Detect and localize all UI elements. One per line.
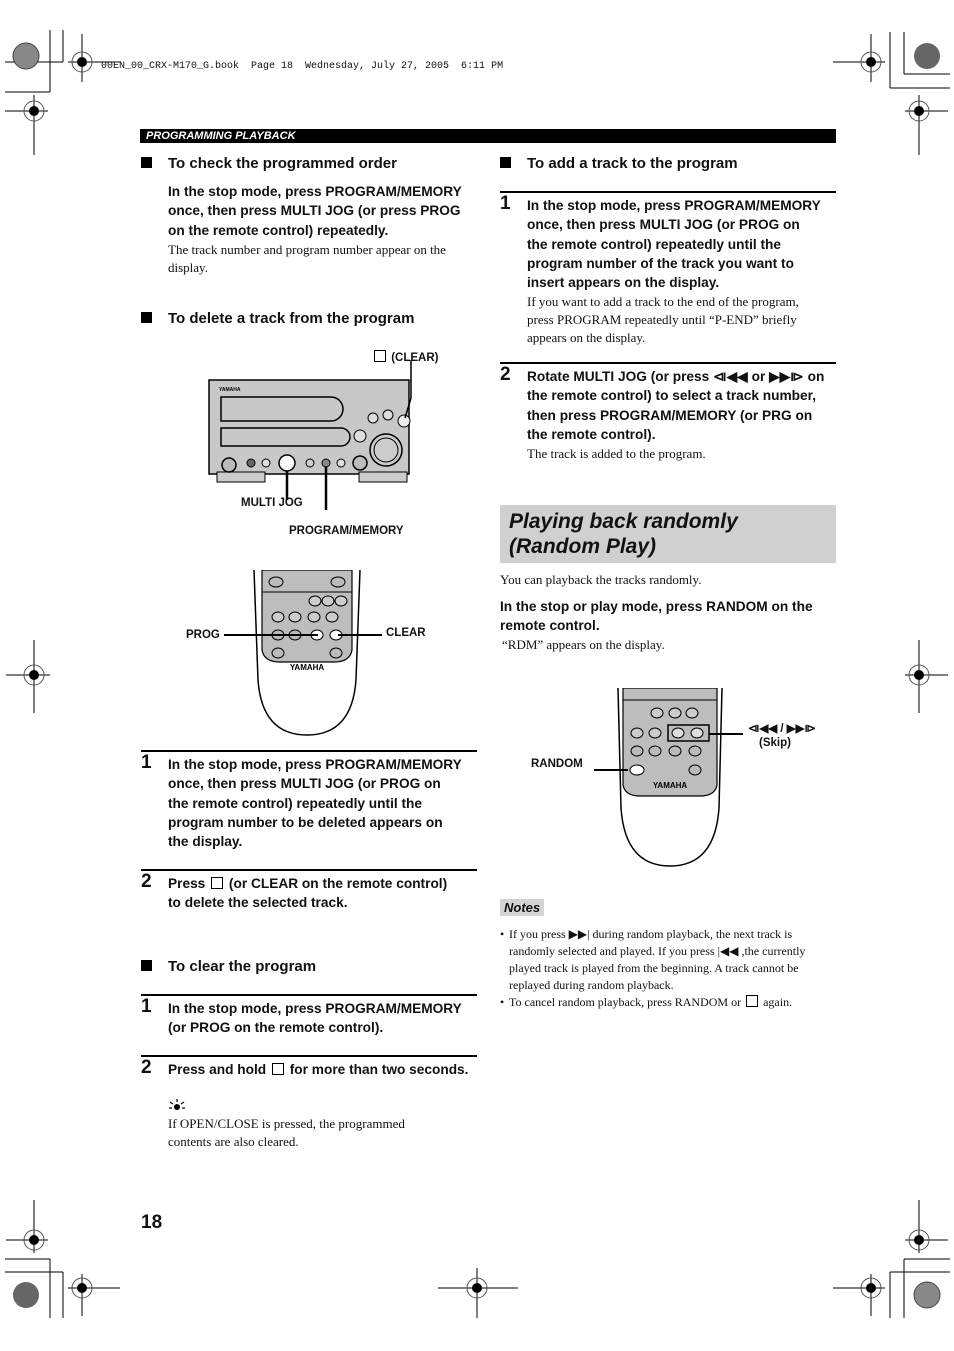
notes-title: Notes (500, 899, 545, 916)
divider (141, 750, 477, 752)
random-label: RANDOM (531, 758, 583, 770)
note-item: • To cancel random playback, press RANDO… (500, 995, 793, 1009)
add-step1-description: If you want to add a track to the end of… (527, 294, 799, 345)
add-step2: Rotate MULTI JOG (or press ⧏◀◀ or ▶▶⧐ on… (527, 369, 825, 442)
random-instruction: In the stop or play mode, press RANDOM o… (500, 599, 813, 634)
stop-square-icon (271, 1063, 284, 1075)
check-instructions: In the stop mode, press PROGRAM/MEMORY o… (168, 184, 462, 238)
divider (500, 191, 836, 193)
divider (141, 869, 477, 871)
step-number: 1 (141, 996, 152, 1017)
page-number: 18 (141, 1212, 163, 1233)
random-play-title: Playing back randomly (Random Play) (500, 505, 836, 563)
step-number: 1 (500, 193, 511, 214)
random-pointer-line (594, 769, 628, 771)
step-number: 2 (500, 364, 511, 385)
divider (500, 362, 836, 364)
program-memory-label: PROGRAM/MEMORY (289, 525, 404, 537)
divider (141, 1055, 477, 1057)
square-bullet-icon (141, 157, 152, 168)
heading-clear-program: To clear the program (141, 958, 316, 975)
clear-step2: Press and hold for more than two seconds… (168, 1062, 469, 1077)
multi-jog-label: MULTI JOG (241, 497, 303, 509)
random-description: “RDM” appears on the display. (502, 637, 665, 652)
random-intro: You can playback the tracks randomly. (500, 572, 702, 587)
lightbulb-tip-icon (169, 1099, 185, 1110)
brand-logo: YAMAHA (219, 387, 241, 393)
clear-step1: In the stop mode, press PROGRAM/MEMORY (… (168, 1001, 462, 1036)
square-bullet-icon (141, 312, 152, 323)
skip-pointer-line (709, 733, 743, 735)
stop-square-icon (211, 877, 224, 889)
check-description: The track number and program number appe… (168, 242, 446, 275)
skip-label: (Skip) (759, 737, 791, 749)
step-number: 1 (141, 752, 152, 773)
skip-symbols-label: ⧏◀◀ / ▶▶⧐ (748, 723, 816, 735)
remote-control-illustration: YAMAHA (253, 570, 361, 736)
step-number: 2 (141, 871, 152, 892)
note-item: • If you press ▶▶| during random playbac… (500, 927, 806, 992)
prog-pointer-line (224, 634, 318, 636)
remote-control-random-illustration: YAMAHA (617, 688, 723, 867)
add-step1: In the stop mode, press PROGRAM/MEMORY o… (527, 198, 821, 291)
remote-brand: YAMAHA (290, 663, 325, 672)
heading-check-order: To check the programmed order (141, 155, 397, 172)
square-bullet-icon (141, 960, 152, 971)
add-step2-description: The track is added to the program. (527, 446, 706, 461)
stop-square-icon (746, 995, 759, 1007)
clear-remote-label: CLEAR (386, 627, 426, 639)
clear-pointer-line (338, 634, 382, 636)
divider (141, 994, 477, 996)
delete-step2: Press (or CLEAR on the remote control) t… (168, 876, 448, 911)
heading-add-track: To add a track to the program (500, 155, 738, 172)
note-list: • If you press ▶▶| during random playbac… (500, 926, 840, 1011)
heading-delete-track: To delete a track from the program (141, 310, 414, 327)
section-title: PROGRAMMING PLAYBACK (146, 130, 296, 142)
front-panel-illustration: YAMAHA (208, 360, 412, 510)
square-bullet-icon (500, 157, 511, 168)
file-info-header: 00EN_00_CRX-M170_G.book Page 18 Wednesda… (101, 61, 504, 72)
section-bar: PROGRAMMING PLAYBACK (140, 129, 836, 143)
delete-step1: In the stop mode, press PROGRAM/MEMORY o… (168, 757, 462, 850)
prog-label: PROG (186, 629, 220, 641)
tip-text: If OPEN/CLOSE is pressed, the programmed… (168, 1116, 405, 1149)
step-number: 2 (141, 1057, 152, 1078)
remote-brand: YAMAHA (653, 781, 688, 790)
